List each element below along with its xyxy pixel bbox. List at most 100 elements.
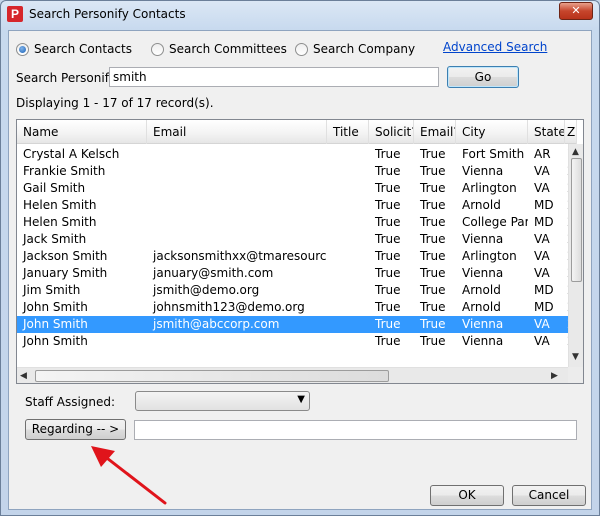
cell-state: VA bbox=[534, 164, 550, 178]
ok-button[interactable]: OK bbox=[430, 485, 504, 506]
table-row[interactable]: Jim Smith jsmith@demo.org True True Arnold MD… bbox=[17, 282, 575, 299]
cell-state: MD bbox=[534, 215, 554, 229]
vertical-scrollbar[interactable]: ▲ ▼ bbox=[568, 144, 583, 367]
column-header-name[interactable]: Name bbox=[17, 120, 147, 144]
search-contacts-radio[interactable] bbox=[16, 43, 29, 56]
table-row[interactable]: Gail SmithTrueTrueArlingtonVA2 bbox=[17, 180, 575, 197]
table-row[interactable]: Jackson Smith jacksonsmithxx@tmaresources… bbox=[17, 248, 575, 265]
cell-email-flag: True bbox=[420, 300, 446, 314]
cell-solicit: True bbox=[375, 147, 401, 161]
cell-city: Vienna bbox=[462, 266, 504, 280]
cell-email-flag: True bbox=[420, 283, 446, 297]
cell-city: Vienna bbox=[462, 317, 504, 331]
scroll-left-arrow-icon[interactable]: ◀ bbox=[20, 371, 27, 381]
advanced-search-link[interactable]: Advanced Search bbox=[443, 40, 547, 54]
cell-name: Helen Smith bbox=[23, 215, 97, 229]
table-row[interactable]: Crystal A KelschTrueTrueFort SmithAR7 bbox=[17, 146, 575, 163]
cell-solicit: True bbox=[375, 300, 401, 314]
scroll-down-arrow-icon[interactable]: ▼ bbox=[572, 352, 579, 362]
staff-assigned-dropdown[interactable]: ▼ bbox=[135, 391, 310, 411]
staff-assigned-label: Staff Assigned: bbox=[25, 395, 116, 409]
cancel-button[interactable]: Cancel bbox=[512, 485, 586, 506]
cell-title bbox=[327, 146, 369, 163]
search-contacts-label[interactable]: Search Contacts bbox=[34, 42, 132, 56]
table-row[interactable]: Frankie SmithTrueTrueViennaVA2 bbox=[17, 163, 575, 180]
title-bar[interactable]: P Search Personify Contacts ✕ bbox=[1, 1, 599, 29]
search-input[interactable]: smith bbox=[109, 67, 439, 87]
cell-solicit: True bbox=[375, 232, 401, 246]
cell-title bbox=[327, 197, 369, 214]
cell-email-flag: True bbox=[420, 198, 446, 212]
column-header-email[interactable]: Email bbox=[147, 120, 327, 144]
cell-email bbox=[147, 146, 327, 163]
cell-solicit: True bbox=[375, 249, 401, 263]
search-company-label[interactable]: Search Company bbox=[313, 42, 415, 56]
results-list[interactable]: Name Email Title Solicit? Email? City St… bbox=[16, 119, 584, 384]
regarding-button[interactable]: Regarding -- > bbox=[25, 419, 126, 440]
search-contacts-window: P Search Personify Contacts ✕ Search Con… bbox=[0, 0, 600, 516]
regarding-input[interactable] bbox=[134, 420, 577, 440]
cell-solicit: True bbox=[375, 215, 401, 229]
cell-title bbox=[327, 163, 369, 180]
go-button[interactable]: Go bbox=[447, 66, 519, 88]
cell-email-flag: True bbox=[420, 181, 446, 195]
cell-email bbox=[147, 333, 327, 350]
cell-city: Arnold bbox=[462, 283, 501, 297]
horizontal-scrollbar[interactable]: ◀ ▶ bbox=[17, 367, 568, 383]
cell-email-flag: True bbox=[420, 147, 446, 161]
results-header: Name Email Title Solicit? Email? City St… bbox=[17, 120, 577, 144]
cell-state: VA bbox=[534, 334, 550, 348]
table-row[interactable]: John SmithTrueTrueViennaVA2 bbox=[17, 333, 575, 350]
horizontal-scroll-thumb[interactable] bbox=[35, 370, 389, 382]
cell-city: College Park bbox=[462, 215, 528, 229]
cell-city: Vienna bbox=[462, 164, 504, 178]
cell-state: VA bbox=[534, 232, 550, 246]
cell-state: VA bbox=[534, 181, 550, 195]
cell-email-flag: True bbox=[420, 249, 446, 263]
table-row[interactable]: January Smith january@smith.com True True Vi… bbox=[17, 265, 575, 282]
cell-name: January Smith bbox=[23, 266, 108, 280]
column-header-email-flag[interactable]: Email? bbox=[414, 120, 456, 144]
table-row[interactable]: Helen SmithTrueTrueCollege ParkMD2 bbox=[17, 214, 575, 231]
table-row[interactable]: John Smith jsmith@abccorp.com True True Vien… bbox=[17, 316, 575, 333]
table-row[interactable]: Jack SmithTrueTrueViennaVA2 bbox=[17, 231, 575, 248]
search-committees-label[interactable]: Search Committees bbox=[169, 42, 287, 56]
annotation-arrow-icon bbox=[91, 446, 167, 505]
cell-title bbox=[327, 316, 369, 333]
cell-name: John Smith bbox=[23, 317, 88, 331]
cell-email bbox=[147, 197, 327, 214]
cell-state: VA bbox=[534, 249, 550, 263]
cell-state: AR bbox=[534, 147, 551, 161]
table-row[interactable]: Helen SmithTrueTrueArnoldMD2 bbox=[17, 197, 575, 214]
cell-name: Jack Smith bbox=[23, 232, 87, 246]
cell-name: Gail Smith bbox=[23, 181, 86, 195]
table-row[interactable]: John Smith johnsmith123@demo.org True True A… bbox=[17, 299, 575, 316]
cell-solicit: True bbox=[375, 181, 401, 195]
cell-email-flag: True bbox=[420, 266, 446, 280]
cell-title bbox=[327, 265, 369, 282]
scroll-corner bbox=[568, 367, 583, 383]
chevron-down-icon: ▼ bbox=[297, 394, 305, 405]
scroll-right-arrow-icon[interactable]: ▶ bbox=[551, 371, 558, 381]
scroll-up-arrow-icon[interactable]: ▲ bbox=[572, 147, 579, 157]
close-button[interactable]: ✕ bbox=[559, 2, 593, 20]
cell-city: Arnold bbox=[462, 300, 501, 314]
cell-state: MD bbox=[534, 198, 554, 212]
vertical-scroll-thumb[interactable] bbox=[571, 158, 582, 282]
column-header-city[interactable]: City bbox=[456, 120, 528, 144]
column-header-title[interactable]: Title bbox=[327, 120, 369, 144]
column-header-zip[interactable]: Z bbox=[565, 120, 577, 144]
cell-solicit: True bbox=[375, 283, 401, 297]
cell-solicit: True bbox=[375, 334, 401, 348]
search-company-radio[interactable] bbox=[295, 43, 308, 56]
cell-name: Frankie Smith bbox=[23, 164, 106, 178]
cell-name: Crystal A Kelsch bbox=[23, 147, 120, 161]
column-header-solicit[interactable]: Solicit? bbox=[369, 120, 414, 144]
cell-name: Helen Smith bbox=[23, 198, 97, 212]
cell-email: jacksonsmithxx@tmaresources.com bbox=[153, 249, 327, 263]
cell-state: VA bbox=[534, 317, 550, 331]
cell-title bbox=[327, 248, 369, 265]
cell-solicit: True bbox=[375, 317, 401, 331]
column-header-state[interactable]: State bbox=[528, 120, 565, 144]
search-committees-radio[interactable] bbox=[151, 43, 164, 56]
